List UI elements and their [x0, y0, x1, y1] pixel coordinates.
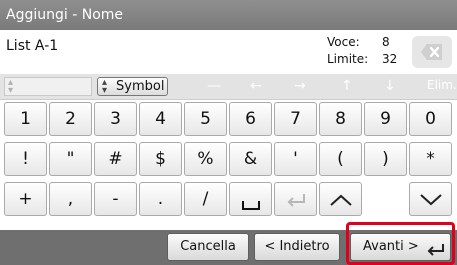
arrow-left-icon[interactable]: ←: [250, 76, 262, 96]
caret-down-key[interactable]: [409, 182, 452, 216]
mode-toolbar: ▴ ▾ ▴ ▾ Symbol — ← → ↑ ↓ Elim.: [0, 74, 457, 100]
text-entry-area: List A-1 Voce: 8 Limite: 32: [0, 30, 457, 75]
limite-value: 32: [382, 52, 398, 66]
key[interactable]: 9: [364, 102, 407, 136]
chevron-down-icon: [419, 194, 442, 206]
elim-label[interactable]: Elim.: [427, 78, 457, 92]
key[interactable]: .: [139, 182, 182, 216]
key[interactable]: (: [319, 142, 362, 176]
voce-value: 8: [382, 35, 390, 49]
symbol-mode-button[interactable]: ▴ ▾ Symbol: [97, 77, 168, 96]
input-mode-selector[interactable]: ▴ ▾: [4, 77, 92, 96]
key[interactable]: 5: [184, 102, 227, 136]
key[interactable]: $: [139, 142, 182, 176]
arrow-right-icon[interactable]: →: [294, 76, 306, 96]
key[interactable]: ): [364, 142, 407, 176]
key[interactable]: /: [184, 182, 227, 216]
cancel-button[interactable]: Cancella: [167, 233, 249, 261]
spin-arrows-icon: ▴ ▾: [8, 77, 14, 96]
key[interactable]: *: [409, 142, 452, 176]
space-icon: [241, 201, 260, 210]
symbol-label: Symbol: [116, 79, 165, 94]
char-counter: Voce: 8 Limite: 32: [327, 34, 402, 68]
key[interactable]: 4: [139, 102, 182, 136]
backspace-icon: [421, 44, 442, 60]
enter-key[interactable]: [274, 182, 317, 216]
key[interactable]: #: [94, 142, 137, 176]
key[interactable]: 1: [4, 102, 47, 136]
key[interactable]: 8: [319, 102, 362, 136]
key[interactable]: +: [4, 182, 47, 216]
window-title: Aggiungi - Nome: [0, 0, 457, 30]
key[interactable]: -: [94, 182, 137, 216]
enter-icon: [287, 194, 305, 207]
key[interactable]: 0: [409, 102, 452, 136]
key[interactable]: 6: [229, 102, 272, 136]
key[interactable]: %: [184, 142, 227, 176]
arrow-up-icon[interactable]: ↑: [341, 76, 353, 96]
chevron-up-icon: [329, 194, 352, 206]
key[interactable]: ': [274, 142, 317, 176]
entry-text: List A-1: [6, 38, 59, 54]
space-key[interactable]: [229, 182, 272, 216]
backspace-button[interactable]: [412, 36, 452, 68]
highlight-frame: [346, 222, 455, 265]
key[interactable]: &: [229, 142, 272, 176]
key[interactable]: 7: [274, 102, 317, 136]
caret-up-key[interactable]: [319, 182, 362, 216]
key[interactable]: 3: [94, 102, 137, 136]
arrow-down-icon[interactable]: ↓: [384, 76, 396, 96]
key[interactable]: ,: [49, 182, 92, 216]
key[interactable]: 2: [49, 102, 92, 136]
limite-label: Limite:: [327, 52, 369, 66]
key[interactable]: ": [49, 142, 92, 176]
back-button[interactable]: < Indietro: [254, 233, 340, 261]
voce-label: Voce:: [327, 35, 360, 49]
key[interactable]: !: [4, 142, 47, 176]
minus-icon[interactable]: —: [207, 76, 221, 96]
spin-arrows-icon: ▴ ▾: [102, 77, 108, 96]
